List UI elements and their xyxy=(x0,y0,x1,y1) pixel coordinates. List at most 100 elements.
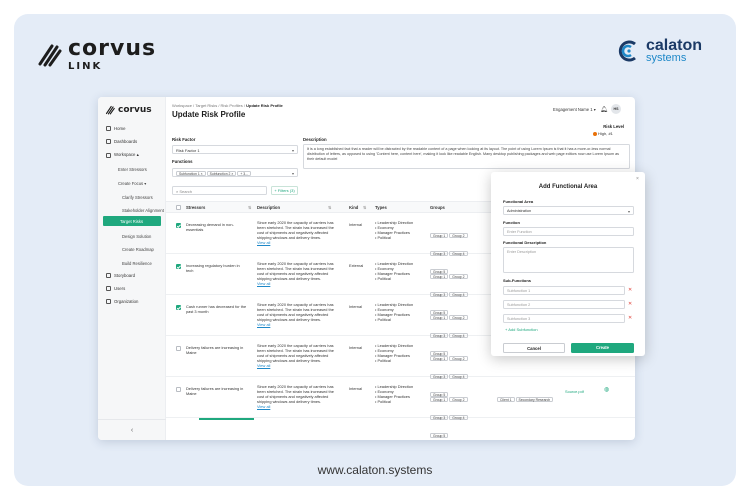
group-chip[interactable]: Group 3 xyxy=(430,415,449,420)
group-chip[interactable]: Group 5 xyxy=(430,433,449,438)
group-chip[interactable]: Group 1 xyxy=(430,274,449,279)
corvus-wordmark: corvus xyxy=(68,36,157,61)
functions-select[interactable]: Subfunction 1 × Subfunction 2 × + 3... ▾ xyxy=(172,168,298,177)
type-item: Political xyxy=(375,399,413,404)
function-description-field[interactable]: Enter Description xyxy=(503,247,634,273)
kind-cell: Internal xyxy=(349,222,362,227)
sidebar-collapse-button[interactable]: ‹ xyxy=(98,419,166,440)
col-groups[interactable]: Groups xyxy=(430,205,445,210)
add-functional-area-modal: × Add Functional Area Functional Area Ad… xyxy=(491,172,645,356)
bell-icon[interactable]: 🔔︎ xyxy=(600,106,608,113)
avatar[interactable]: HS xyxy=(611,104,621,114)
select-all-checkbox[interactable] xyxy=(176,205,181,210)
search-input[interactable]: ⌕ Search xyxy=(172,186,267,195)
sidebar-sub-stakeholder-alignment[interactable]: Stakeholder Alignment xyxy=(122,208,164,213)
group-chip[interactable]: Group 1 xyxy=(430,356,449,361)
group-chip[interactable]: Group 1 xyxy=(430,397,449,402)
remove-subfunction-icon[interactable]: ✕ xyxy=(628,301,632,307)
view-all-link[interactable]: View all xyxy=(257,281,270,286)
group-chip[interactable]: Group 2 xyxy=(449,233,468,238)
group-chip[interactable]: Group 2 xyxy=(449,356,468,361)
risk-level-value: High, #1 xyxy=(593,131,613,136)
function-chip-more[interactable]: + 3... xyxy=(237,171,251,176)
sidebar-item-home[interactable]: Home xyxy=(106,126,125,131)
groups-cell: Group 1 Group 2 Group 3 Group 4 Group 5 xyxy=(430,388,482,440)
filters-button[interactable]: + Filters (3) xyxy=(271,186,298,195)
group-chip[interactable]: Group 2 xyxy=(449,315,468,320)
functional-area-label: Functional Area xyxy=(503,199,534,204)
sidebar-sub-design-solution[interactable]: Design Solution xyxy=(122,234,151,239)
cancel-button[interactable]: Cancel xyxy=(503,343,565,353)
sidebar-item-label: Organization xyxy=(114,299,139,304)
col-kind[interactable]: Kind xyxy=(349,205,358,210)
breadcrumb-path[interactable]: Workspace / Target Risks / Risk Profiles… xyxy=(172,103,246,108)
sort-icon[interactable]: ⇅ xyxy=(248,205,252,210)
systems-wordmark: systems xyxy=(646,52,687,64)
col-description[interactable]: Description xyxy=(257,205,280,210)
row-checkbox[interactable] xyxy=(176,305,181,310)
group-chip[interactable]: Group 1 xyxy=(430,315,449,320)
sidebar-sub-build-resilience[interactable]: Build Resilience xyxy=(122,261,152,266)
sidebar-sub-target-risks[interactable]: Target Risks xyxy=(103,216,161,226)
group-chip[interactable]: Group 2 xyxy=(449,274,468,279)
sidebar-sub-create-roadmap[interactable]: Create Roadmap xyxy=(122,247,154,252)
subfunction-input[interactable]: Subfunction 1 xyxy=(503,286,625,295)
stressor-cell: Decreasing demand in non-essentials xyxy=(186,222,234,232)
view-all-link[interactable]: View all xyxy=(257,322,270,327)
sidebar-item-organization[interactable]: Organization xyxy=(106,299,138,304)
add-subfunction-link[interactable]: + Add Subfunction xyxy=(505,327,538,332)
sidebar-logo[interactable]: corvus xyxy=(105,105,152,115)
breadcrumb: Workspace / Target Risks / Risk Profiles… xyxy=(172,103,283,108)
calaton-logo: calaton systems xyxy=(616,38,702,64)
group-chip[interactable]: Group 1 xyxy=(430,233,449,238)
row-checkbox[interactable] xyxy=(176,346,181,351)
sidebar-sub-clarify-stressors[interactable]: Clarify Stressors xyxy=(122,195,153,200)
source-file-link[interactable]: Source.pdf xyxy=(565,389,584,394)
close-icon[interactable]: × xyxy=(636,176,639,182)
users-icon xyxy=(106,286,111,291)
col-stressors[interactable]: Stressors xyxy=(186,205,205,210)
sort-icon[interactable]: ⇅ xyxy=(363,205,367,210)
globe-icon[interactable]: ◍ xyxy=(604,387,609,393)
source-chip[interactable]: Secondary Research xyxy=(515,397,554,402)
view-all-link[interactable]: View all xyxy=(257,404,270,409)
footer-url[interactable]: www.calaton.systems xyxy=(0,463,750,477)
remove-subfunction-icon[interactable]: ✕ xyxy=(628,287,632,293)
kind-cell: Internal xyxy=(349,304,362,309)
scroll-indicator[interactable] xyxy=(199,418,254,420)
function-input[interactable]: Enter Function xyxy=(503,227,634,236)
subfunction-input[interactable]: Subfunction 2 xyxy=(503,300,625,309)
sidebar-item-dashboards[interactable]: Dashboards xyxy=(106,139,137,144)
table-row[interactable]: Delivery failures are increasing in Main… xyxy=(166,377,635,438)
engagement-selector[interactable]: Engagement Name 1 ▾ xyxy=(553,107,596,112)
group-chip[interactable]: Group 4 xyxy=(449,415,468,420)
sidebar-sub-enter-stressors[interactable]: Enter Stressors xyxy=(118,167,147,172)
description-cell: Since early 2020 the capacity of carrier… xyxy=(257,220,341,245)
sidebar-item-workspace[interactable]: Workspace ▴ xyxy=(106,152,139,158)
org-icon xyxy=(106,299,111,304)
stressor-cell: Delivery failures are increasing in Main… xyxy=(186,386,244,396)
row-checkbox[interactable] xyxy=(176,264,181,269)
row-checkbox[interactable] xyxy=(176,387,181,392)
functional-area-select[interactable]: Administration ▾ xyxy=(503,206,634,215)
sidebar-sub-create-focus[interactable]: Create Focus ▾ xyxy=(118,181,146,186)
sort-icon[interactable]: ⇅ xyxy=(328,205,332,210)
risk-factor-select[interactable]: Risk Factor 1 ▾ xyxy=(172,145,298,154)
function-chip[interactable]: Subfunction 2 × xyxy=(206,171,237,176)
function-chip[interactable]: Subfunction 1 × xyxy=(176,171,206,176)
view-all-link[interactable]: View all xyxy=(257,240,270,245)
stressor-cell: Increasing regulatory burden in tech xyxy=(186,263,240,273)
group-chip[interactable]: Group 2 xyxy=(449,397,468,402)
create-button[interactable]: Create xyxy=(571,343,634,353)
description-field[interactable]: It is a long established fact that a rea… xyxy=(303,144,630,169)
search-placeholder: Search xyxy=(179,189,193,194)
sidebar-item-storyboard[interactable]: Storyboard xyxy=(106,273,135,278)
source-chip[interactable]: Client 1 xyxy=(497,397,515,402)
col-types[interactable]: Types xyxy=(375,205,387,210)
storyboard-icon xyxy=(106,273,111,278)
remove-subfunction-icon[interactable]: ✕ xyxy=(628,315,632,321)
sidebar-item-users[interactable]: Users xyxy=(106,286,125,291)
row-checkbox[interactable] xyxy=(176,223,181,228)
view-all-link[interactable]: View all xyxy=(257,363,270,368)
subfunction-input[interactable]: Subfunction 3 xyxy=(503,314,625,323)
